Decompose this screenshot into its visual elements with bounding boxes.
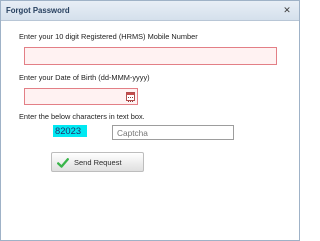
dialog-titlebar: Forgot Password ✕ [1,1,299,21]
send-request-label: Send Request [74,158,122,167]
mobile-number-field[interactable] [24,47,277,65]
captcha-instruction-label: Enter the below characters in text box. [19,112,145,121]
date-of-birth-label: Enter your Date of Birth (dd-MMM-yyyy) [19,73,150,82]
send-request-button[interactable]: Send Request [51,152,144,172]
date-of-birth-field[interactable] [24,88,138,105]
dialog-title: Forgot Password [6,6,70,15]
captcha-input[interactable] [112,125,234,140]
close-icon[interactable]: ✕ [281,4,293,16]
checkmark-icon [57,158,69,168]
calendar-icon[interactable] [126,92,135,102]
forgot-password-dialog: Forgot Password ✕ Enter your 10 digit Re… [0,0,300,241]
mobile-number-label: Enter your 10 digit Registered (HRMS) Mo… [19,32,198,41]
captcha-code: 82023 [53,125,87,137]
